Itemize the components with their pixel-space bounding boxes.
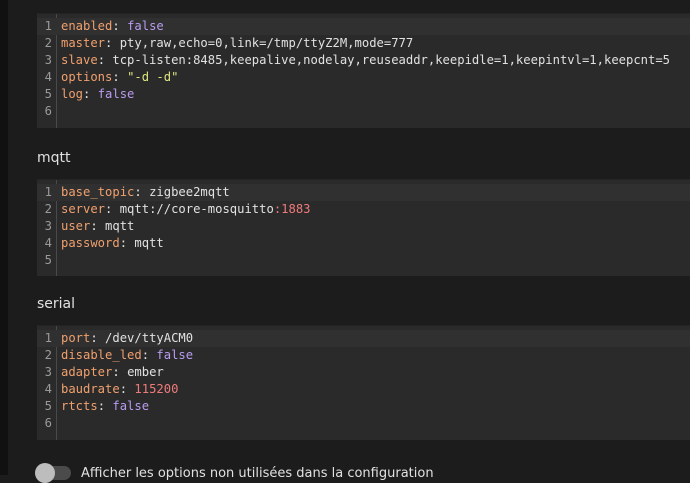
yaml-key: port: [61, 331, 91, 345]
yaml-key: enabled: [61, 19, 113, 33]
line-number: 1: [44, 185, 52, 199]
yaml-value: pty,raw,echo=0,link=/tmp/ttyZ2M,mode=777: [119, 36, 414, 50]
line-number: 5: [44, 399, 52, 413]
yaml-editor-mqtt[interactable]: 1 base_topic: zigbee2mqtt 2 server: mqtt://…: [37, 179, 690, 276]
code-line[interactable]: 1 enabled: false: [37, 18, 690, 35]
code-text: slave: tcp-listen:8485,keepalive,nodelay…: [61, 53, 671, 67]
code-line[interactable]: 3 adapter: ember: [37, 364, 690, 381]
code-line[interactable]: 4 password: mqtt: [37, 235, 690, 252]
code-line[interactable]: 6: [37, 103, 690, 120]
code-line[interactable]: 4 options: "-d -d": [37, 69, 690, 86]
yaml-key: baudrate: [61, 382, 120, 396]
code-text: password: mqtt: [61, 236, 164, 250]
section-title-mqtt: mqtt: [37, 150, 71, 166]
code-line[interactable]: 5 rtcts: false: [37, 398, 690, 415]
code-line[interactable]: 3 user: mqtt: [37, 218, 690, 235]
yaml-value: mqtt: [105, 219, 135, 233]
section-title-serial: serial: [37, 296, 76, 312]
code-text: master: pty,raw,echo=0,link=/tmp/ttyZ2M,…: [61, 36, 414, 50]
yaml-key: password: [61, 236, 120, 250]
yaml-value: false: [97, 87, 135, 101]
code-line[interactable]: 2 server: mqtt://core-mosquitto:1883: [37, 201, 690, 218]
code-text: server: mqtt://core-mosquitto:1883: [61, 202, 311, 216]
yaml-value: "-d -d": [127, 70, 179, 84]
line-number: 5: [44, 253, 52, 267]
yaml-key: base_topic: [61, 185, 135, 199]
code-line[interactable]: 6: [37, 415, 690, 432]
code-text: disable_led: false: [61, 348, 194, 362]
line-number: 1: [44, 331, 52, 345]
code-text: user: mqtt: [61, 219, 135, 233]
yaml-key: log: [61, 87, 84, 101]
code-text: port: /dev/ttyACM0: [61, 331, 194, 345]
code-line[interactable]: 5 log: false: [37, 86, 690, 103]
yaml-value: false: [156, 348, 194, 362]
yaml-value: false: [112, 399, 150, 413]
code-line[interactable]: 4 baudrate: 115200: [37, 381, 690, 398]
code-text: baudrate: 115200: [61, 382, 179, 396]
yaml-value: tcp-listen:8485,keepalive,nodelay,reusea…: [112, 53, 671, 67]
yaml-key: options: [61, 70, 113, 84]
yaml-key: rtcts: [61, 399, 98, 413]
show-unused-options-label: Afficher les options non utilisées dans …: [81, 466, 434, 481]
yaml-key: master: [61, 36, 106, 50]
yaml-value: /dev/ttyACM0: [105, 331, 194, 345]
yaml-key: user: [61, 219, 91, 233]
code-text: adapter: ember: [61, 365, 164, 379]
code-line[interactable]: 5: [37, 252, 690, 269]
line-number: 4: [44, 70, 52, 84]
line-number: 6: [44, 416, 52, 430]
line-number: 5: [44, 87, 52, 101]
line-number: 4: [44, 382, 52, 396]
show-unused-options-toggle[interactable]: [35, 463, 71, 483]
code-line[interactable]: 2 disable_led: false: [37, 347, 690, 364]
yaml-key: disable_led: [61, 348, 142, 362]
yaml-key: slave: [61, 53, 98, 67]
yaml-value: mqtt: [134, 236, 164, 250]
yaml-value: ember: [127, 365, 164, 379]
code-line[interactable]: 1 port: /dev/ttyACM0: [37, 330, 690, 347]
line-number: 4: [44, 236, 52, 250]
code-text: enabled: false: [61, 19, 164, 33]
line-number: 3: [44, 365, 52, 379]
line-number: 2: [44, 348, 52, 362]
yaml-editor-serial[interactable]: 1 port: /dev/ttyACM0 2 disable_led: false 3 a…: [37, 325, 690, 440]
sidebar-edge: [0, 0, 8, 475]
yaml-value: false: [127, 19, 164, 33]
code-text: base_topic: zigbee2mqtt: [61, 185, 230, 199]
code-text: log: false: [61, 87, 135, 101]
code-line[interactable]: 3 slave: tcp-listen:8485,keepalive,nodela…: [37, 52, 690, 69]
line-number: 2: [44, 36, 52, 50]
yaml-key: server: [61, 202, 106, 216]
config-card: 1 enabled: false 2 master: pty,raw,echo=0,l…: [8, 0, 690, 483]
yaml-value-port: :1883: [273, 202, 311, 216]
code-text: options: "-d -d": [61, 70, 179, 84]
yaml-editor-socat[interactable]: 1 enabled: false 2 master: pty,raw,echo=0,l…: [37, 13, 690, 128]
line-number: 3: [44, 219, 52, 233]
toggle-knob: [35, 463, 55, 483]
yaml-value: mqtt://core-mosquitto: [119, 202, 274, 216]
line-number: 1: [44, 19, 52, 33]
code-line[interactable]: 2 master: pty,raw,echo=0,link=/tmp/ttyZ2M…: [37, 35, 690, 52]
line-number: 3: [44, 53, 52, 67]
yaml-key: adapter: [61, 365, 113, 379]
line-number: 6: [44, 104, 52, 118]
code-line[interactable]: 1 base_topic: zigbee2mqtt: [37, 184, 690, 201]
yaml-value: 115200: [134, 382, 179, 396]
code-text: rtcts: false: [61, 399, 150, 413]
line-number: 2: [44, 202, 52, 216]
yaml-value: zigbee2mqtt: [149, 185, 230, 199]
